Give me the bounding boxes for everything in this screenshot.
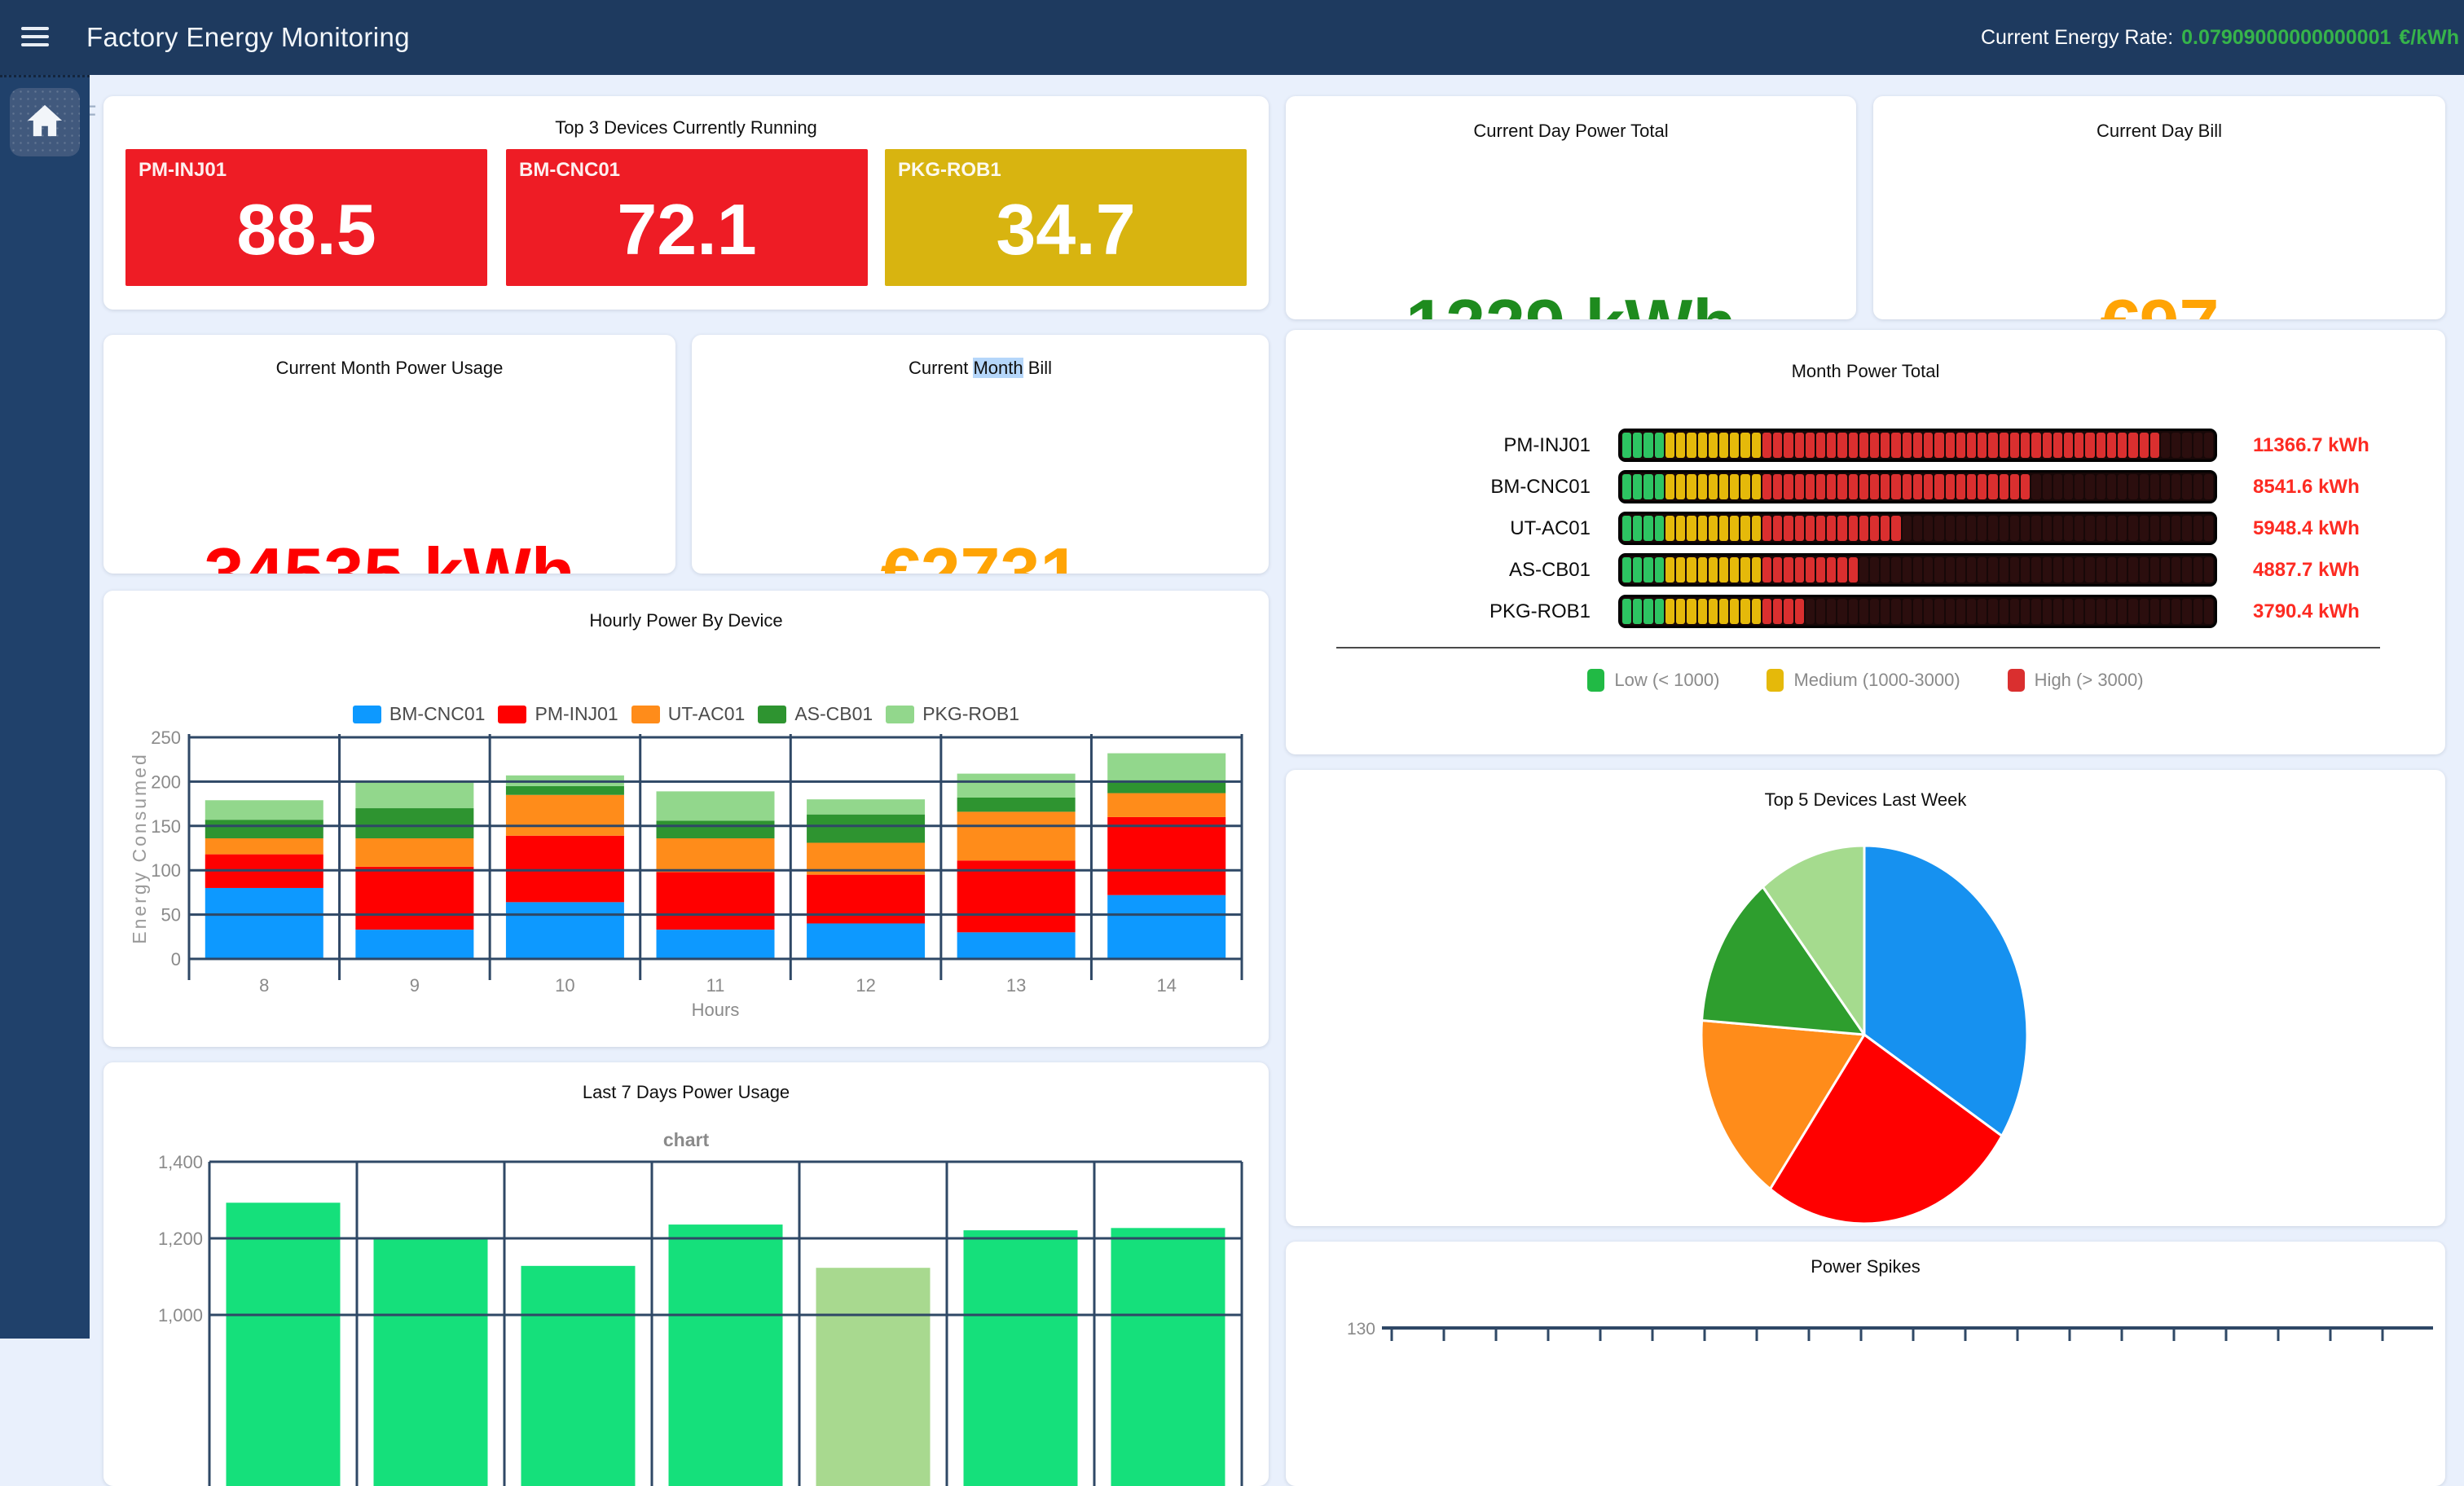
svg-text:10: 10 [555, 975, 574, 996]
device-box-BM-CNC01: BM-CNC01 72.1 [506, 149, 868, 286]
gauge-label: UT-AC01 [1286, 517, 1618, 540]
card-title: Current Day Bill [1873, 121, 2445, 142]
day-bill-value: €97 [1873, 284, 2445, 319]
gauge-value: 4887.7 kWh [2217, 559, 2360, 582]
sidebar [0, 75, 90, 1339]
energy-rate-unit: €/kWh [2399, 26, 2459, 50]
svg-text:100: 100 [151, 860, 181, 881]
title-text: Bill [1023, 358, 1052, 378]
gauge-value: 3790.4 kWh [2217, 600, 2360, 623]
device-name: BM-CNC01 [519, 159, 620, 182]
legend-swatch [1587, 669, 1604, 692]
title-selected-text: Month [973, 358, 1023, 378]
legend-swatch [1767, 669, 1784, 692]
card-month-power-total: Month Power Total PM-INJ01 11366.7 kWh BM-… [1286, 330, 2445, 754]
card-month-bill: Current Month Bill €2731 [692, 335, 1269, 574]
card-title: Top 3 Devices Currently Running [103, 117, 1269, 138]
svg-text:1,200: 1,200 [158, 1229, 203, 1249]
svg-text:200: 200 [151, 772, 181, 792]
gauge-track [1618, 429, 2217, 462]
gauge-label: PKG-ROB1 [1286, 600, 1618, 623]
home-icon [26, 103, 64, 143]
gauge-label: PM-INJ01 [1286, 434, 1618, 457]
legend-label: High (> 3000) [2035, 670, 2144, 691]
day-power-total-value: 1229 kWh [1286, 284, 1856, 319]
card-day-power-total: Current Day Power Total 1229 kWh [1286, 96, 1856, 319]
gauge-track [1618, 553, 2217, 587]
sidebar-home-button[interactable] [10, 88, 80, 156]
month-total-rows: PM-INJ01 11366.7 kWh BM-CNC01 8541.6 kWh UT-… [1286, 424, 2445, 632]
energy-rate-label: Current Energy Rate: [1981, 26, 2173, 50]
gauge-value: 8541.6 kWh [2217, 476, 2360, 499]
device-value: 34.7 [885, 188, 1247, 271]
gauge-track [1618, 595, 2217, 628]
gauge-label: BM-CNC01 [1286, 476, 1618, 499]
legend-item: Low (< 1000) [1587, 669, 1719, 692]
svg-text:9: 9 [410, 975, 420, 996]
legend-divider [1336, 647, 2380, 648]
legend-label: Medium (1000-3000) [1793, 670, 1960, 691]
gauge-row-UT-AC01: UT-AC01 5948.4 kWh [1286, 508, 2445, 549]
card-title: Current Month Bill [692, 358, 1269, 379]
svg-text:50: 50 [161, 905, 181, 925]
svg-text:Energy Consumed: Energy Consumed [129, 752, 150, 944]
card-day-bill: Current Day Bill €97 [1873, 96, 2445, 319]
svg-text:1,400: 1,400 [158, 1152, 203, 1172]
svg-text:12: 12 [856, 975, 875, 996]
card-title: Current Day Power Total [1286, 121, 1856, 142]
svg-text:14: 14 [1156, 975, 1176, 996]
card-last7-days: Last 7 Days Power Usage chart 1,4001,200… [103, 1062, 1269, 1486]
energy-rate: Current Energy Rate: 0.07909000000000001… [1981, 0, 2459, 75]
card-title: Current Month Power Usage [103, 358, 675, 379]
hamburger-menu-icon[interactable] [21, 23, 49, 51]
svg-text:250: 250 [151, 728, 181, 748]
gauge-row-BM-CNC01: BM-CNC01 8541.6 kWh [1286, 466, 2445, 508]
legend-label: Low (< 1000) [1614, 670, 1719, 691]
svg-text:8: 8 [259, 975, 269, 996]
gauge-track [1618, 470, 2217, 503]
device-box-PKG-ROB1: PKG-ROB1 34.7 [885, 149, 1247, 286]
card-month-power-usage: Current Month Power Usage 34535 kWh [103, 335, 675, 574]
svg-text:150: 150 [151, 816, 181, 837]
title-text: Current [909, 358, 973, 378]
gauge-row-AS-CB01: AS-CB01 4887.7 kWh [1286, 549, 2445, 591]
gauge-value: 5948.4 kWh [2217, 517, 2360, 540]
gauge-row-PM-INJ01: PM-INJ01 11366.7 kWh [1286, 424, 2445, 466]
gauge-label: AS-CB01 [1286, 559, 1618, 582]
card-title: Month Power Total [1286, 361, 2445, 382]
legend-item: Medium (1000-3000) [1767, 669, 1960, 692]
svg-text:13: 13 [1006, 975, 1026, 996]
device-name: PKG-ROB1 [898, 159, 1001, 182]
energy-rate-value: 0.07909000000000001 [2181, 26, 2391, 50]
legend-swatch [2008, 669, 2025, 692]
app-title: Factory Energy Monitoring [86, 0, 410, 75]
svg-text:1,000: 1,000 [158, 1305, 203, 1326]
svg-text:0: 0 [171, 949, 181, 969]
device-box-PM-INJ01: PM-INJ01 88.5 [125, 149, 487, 286]
gauge-track [1618, 512, 2217, 545]
svg-text:11: 11 [706, 975, 725, 996]
device-value: 88.5 [125, 188, 487, 271]
card-power-spikes: Power Spikes 130 [1286, 1242, 2445, 1486]
month-bill-value: €2731 [692, 532, 1269, 574]
gauge-row-PKG-ROB1: PKG-ROB1 3790.4 kWh [1286, 591, 2445, 632]
card-hourly-power: Hourly Power By Device BM-CNC01PM-INJ01U… [103, 591, 1269, 1047]
device-name: PM-INJ01 [139, 159, 227, 182]
card-top3-devices: Top 3 Devices Currently Running PM-INJ01… [103, 96, 1269, 310]
card-top5-pie: Top 5 Devices Last Week [1286, 770, 2445, 1226]
device-value: 72.1 [506, 188, 868, 271]
gauge-value: 11366.7 kWh [2217, 434, 2369, 457]
legend-item: High (> 3000) [2008, 669, 2144, 692]
navbar: Factory Energy Monitoring Current Energy… [0, 0, 2464, 75]
svg-text:Hours: Hours [692, 1000, 740, 1020]
month-total-legend: Low (< 1000) Medium (1000-3000) High (> 30… [1286, 669, 2445, 692]
month-power-usage-value: 34535 kWh [103, 532, 675, 574]
